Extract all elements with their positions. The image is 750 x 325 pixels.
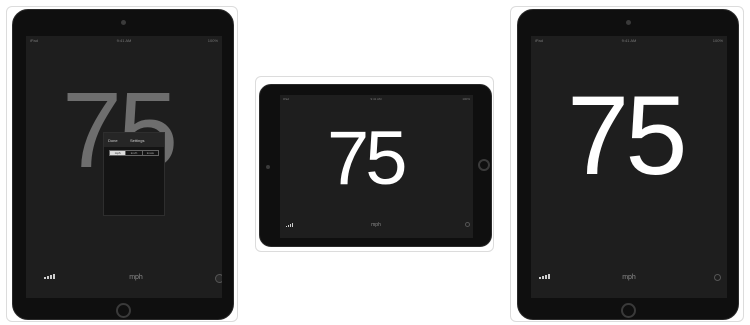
speed-readout: 75: [567, 73, 688, 198]
ipad-portrait-frame: iPad 9:41 AM 100% 75 Done Settings mph k…: [12, 9, 234, 320]
status-battery: 100%: [462, 97, 470, 101]
unit-segmented-control: mph km/h knots: [109, 150, 159, 156]
unit-label: mph: [622, 274, 636, 281]
front-camera: [266, 165, 270, 169]
front-camera: [121, 20, 126, 25]
segment-knots[interactable]: knots: [143, 151, 158, 155]
status-carrier: iPad: [30, 38, 39, 43]
ipad-portrait-frame: iPad 9:41 AM 100% 75 mph: [517, 9, 739, 320]
signal-strength-icon: [286, 223, 293, 227]
unit-label: mph: [129, 274, 143, 281]
device-screen: iPad 9:41 AM 100% 75 Done Settings mph k…: [26, 36, 222, 298]
screenshot-card-2: iPad 9:41 AM 100% 75 mph: [255, 76, 494, 252]
device-screen: iPad 9:41 AM 100% 75 mph: [531, 36, 727, 298]
home-button[interactable]: [478, 159, 490, 171]
status-battery: 100%: [712, 38, 723, 43]
segment-mph[interactable]: mph: [110, 151, 127, 155]
settings-icon[interactable]: [714, 274, 721, 281]
segment-kmh[interactable]: km/h: [126, 151, 143, 155]
popover-title: Settings: [130, 138, 145, 143]
screenshot-card-1: iPad 9:41 AM 100% 75 Done Settings mph k…: [6, 6, 238, 322]
device-screen: iPad 9:41 AM 100% 75 mph: [280, 95, 473, 238]
home-button[interactable]: [116, 303, 131, 318]
settings-popover: Done Settings mph km/h knots: [103, 132, 165, 216]
status-time: 9:41 AM: [116, 38, 132, 43]
unit-label: mph: [371, 222, 381, 228]
front-camera: [626, 20, 631, 25]
settings-icon[interactable]: [465, 222, 470, 227]
ipad-landscape-frame: iPad 9:41 AM 100% 75 mph: [259, 84, 492, 247]
status-time: 9:41 AM: [621, 38, 637, 43]
status-time: 9:41 AM: [370, 97, 382, 101]
popover-header: Done Settings: [104, 133, 164, 147]
status-battery: 100%: [207, 38, 218, 43]
signal-strength-icon: [44, 274, 55, 279]
home-button[interactable]: [621, 303, 636, 318]
status-carrier: iPad: [283, 97, 290, 101]
signal-strength-icon: [539, 274, 550, 279]
status-carrier: iPad: [535, 38, 544, 43]
done-button[interactable]: Done: [108, 138, 118, 143]
settings-icon[interactable]: [215, 274, 222, 283]
speed-readout: 75: [327, 116, 408, 201]
screenshot-card-3: iPad 9:41 AM 100% 75 mph: [510, 6, 744, 322]
